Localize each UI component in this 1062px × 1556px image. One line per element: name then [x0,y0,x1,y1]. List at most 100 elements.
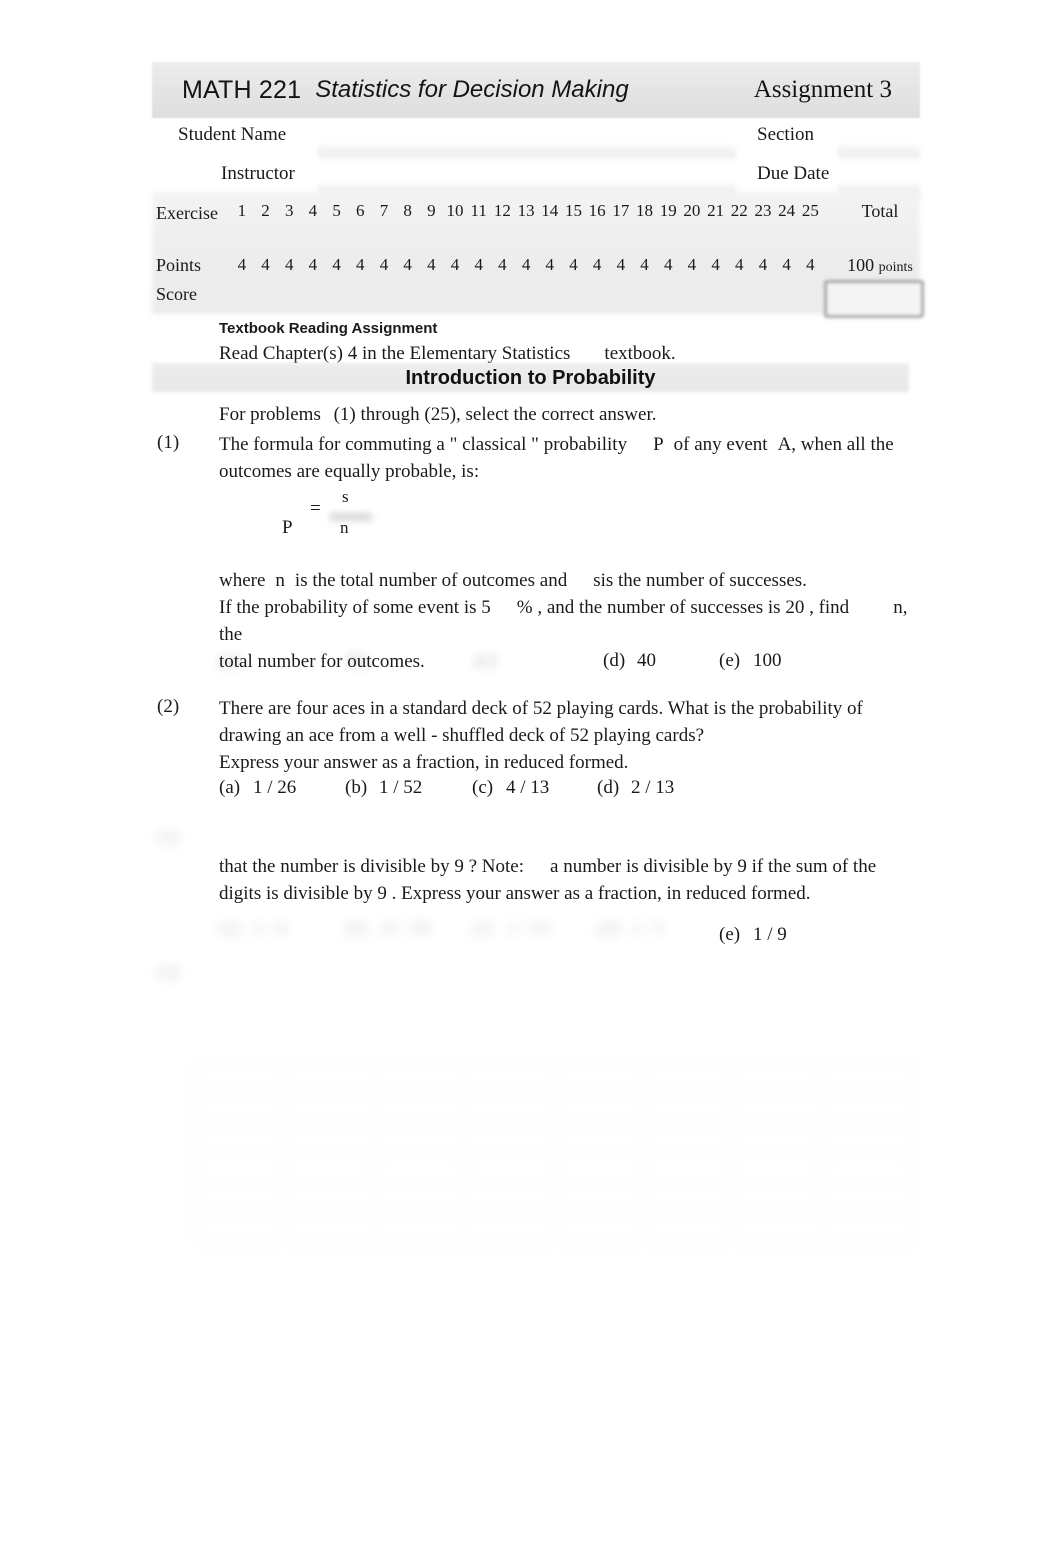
table-cell [374,1123,466,1154]
table-cell [642,1123,734,1154]
q4-line1 [219,964,224,985]
table-cell [642,1153,734,1184]
points-cell: 4 [379,255,389,274]
problem-instructions: For problems (1) through (25), select th… [219,404,657,426]
points-cell: 4 [474,255,483,274]
data-table-col-header [823,1043,913,1060]
data-table-column-headers [196,1043,912,1060]
data-table-col-header [554,1043,644,1060]
q1-answer-d[interactable]: (d) 40 [603,650,656,672]
exercise-cell: 7 [379,201,389,220]
question-4-data-table [195,1063,913,1244]
q3-line3: digits is divisible by 9 . Express your … [219,882,811,904]
points-cell: 4 [450,255,460,274]
student-name-field[interactable] [318,146,736,158]
data-table-row-label [152,1198,196,1225]
q1-prob-a: If the probability of some event is 5 [219,596,491,618]
q1-answer-e[interactable]: (e) 100 [719,650,782,672]
q3-line2a: that the number is divisible by 9 ? Note… [219,855,525,877]
q1-where-var-n: n [275,570,285,591]
q2-answer-d[interactable]: (d) 2 / 13 [597,777,674,799]
points-cell: 4 [332,255,341,274]
points-cell: 4 [663,255,673,274]
instructions-lead: For problems [219,404,321,425]
data-table-row-label [152,1063,196,1090]
q3-answer-b[interactable]: (b) 11 / 50 [345,918,431,940]
exercise-cell: 22 [730,201,748,220]
data-table-col-header [644,1043,734,1060]
q3-answer-e[interactable]: (e) 1 / 9 [719,924,787,946]
q2-answer-a-value: 1 / 26 [253,777,297,798]
data-table-col-header [465,1043,555,1060]
table-cell [374,1093,466,1124]
table-cell [553,1063,644,1094]
assignment-number: Assignment 3 [753,76,892,103]
grade-table: Exercise Points Score 1 2 3 4 5 6 7 8 9 … [152,192,924,318]
q1-answer-d-key: (d) [603,650,626,671]
points-cell: 4 [403,255,412,274]
q1-answer-d-value: 40 [637,650,656,671]
textbook-reading-heading: Textbook Reading Assignment [219,320,438,337]
data-table-col-header [733,1043,823,1060]
table-cell [285,1153,376,1184]
table-cell [642,1183,734,1214]
exercise-cell: 21 [707,201,725,220]
q3-answer-d[interactable]: (d) 1 / 5 [597,918,665,940]
q2-line2: drawing an ace from a well - shuffled de… [219,724,705,746]
q1-line2: outcomes are equally probable, is: [219,460,480,482]
q3-answer-a[interactable]: (a) 1 / 4 [219,918,287,940]
table-cell [821,1153,913,1184]
points-cell: 4 [521,255,531,274]
question-2-number: (2) [157,696,180,717]
table-cell [732,1153,823,1184]
q1-answer-a[interactable]: (a) [219,650,253,672]
table-cell [285,1213,376,1244]
table-cell [285,1123,376,1154]
q1-prob-var-n: n [893,596,903,618]
q3-answer-c-key: (c) [472,918,494,939]
data-table-row-label [152,1171,196,1198]
q1-answer-a-key: (a) [219,650,241,671]
q1-line1e: , when all the [791,434,894,455]
data-table-col-header [375,1043,465,1060]
q2-answer-a[interactable]: (a) 1 / 26 [219,777,296,799]
section-field[interactable] [838,146,920,158]
table-cell [285,1183,376,1214]
data-table-row-label [152,1117,196,1144]
table-cell [821,1063,913,1094]
question-1-formula: P = s n [278,487,478,543]
table-cell [374,1213,466,1244]
q3-answer-e-value: 1 / 9 [753,924,787,945]
q1-answer-c[interactable]: (c) [475,650,509,672]
q2-answer-b[interactable]: (b) 1 / 52 [345,777,422,799]
student-name-label: Student Name [178,124,287,145]
table-cell [821,1123,913,1154]
points-cell: 4 [806,255,815,274]
q2-answer-d-value: 2 / 13 [631,777,675,798]
exercise-cell: 19 [659,201,677,220]
q3-answer-b-key: (b) [345,918,368,939]
points-cell: 4 [237,255,247,274]
table-cell [464,1183,555,1214]
table-cell [195,1063,287,1094]
q2-answer-c-value: 4 / 13 [506,777,550,798]
q3-answer-a-key: (a) [219,918,241,939]
table-cell [195,1213,287,1244]
question-3-text: that the number is divisible by 9 ? Note… [219,827,919,908]
q3-answer-c[interactable]: (c) 1 / 10 [472,918,549,940]
q4-line2 [219,991,224,1012]
grade-table-row-label-score: Score [156,284,197,304]
grade-table-row-label-points: Points [156,255,202,275]
points-cell: 4 [616,255,626,274]
q1-answer-b[interactable]: (b) [347,650,381,672]
table-cell [374,1183,466,1214]
section-banner-title: Introduction to Probability [405,367,656,389]
table-cell [732,1093,823,1124]
q2-answer-c-key: (c) [472,777,494,798]
table-cell [553,1093,644,1124]
q2-answer-c[interactable]: (c) 4 / 13 [472,777,549,799]
total-points-unit: points [878,260,913,275]
formula-fraction-bar [330,513,372,521]
grade-table-total-score-box[interactable] [824,280,924,318]
table-cell [642,1093,734,1124]
